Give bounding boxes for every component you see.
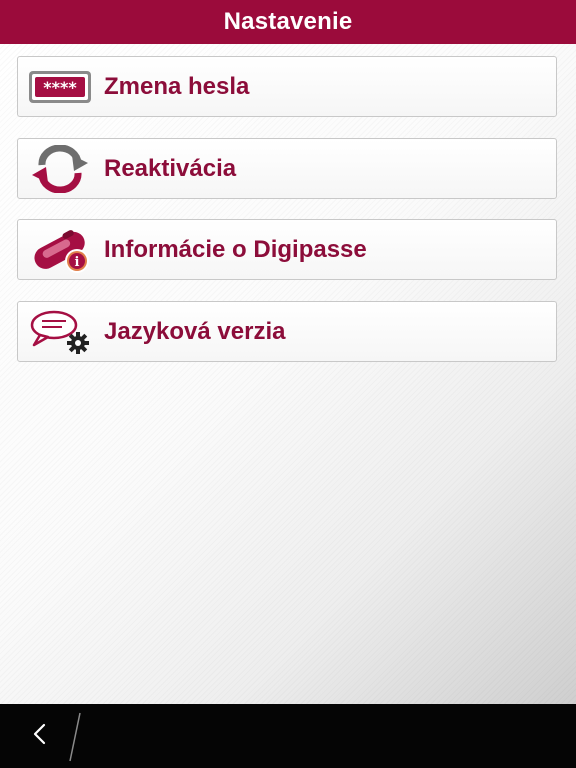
language-settings-icon <box>27 307 93 357</box>
menu-item-digipass-info[interactable]: i Informácie o Digipasse <box>17 219 557 280</box>
page-title: Nastavenie <box>223 8 353 35</box>
menu-item-label: Reaktivácia <box>104 154 237 182</box>
nav-separator <box>69 712 81 762</box>
back-button[interactable] <box>20 716 60 756</box>
menu-item-label: Jazyková verzia <box>104 317 286 345</box>
settings-content: **** Zmena hesla Reaktivácia i Informáci… <box>0 44 576 704</box>
svg-text:i: i <box>75 255 80 270</box>
refresh-arrows-icon <box>27 144 93 194</box>
menu-item-change-password[interactable]: **** Zmena hesla <box>17 56 557 117</box>
menu-item-reactivation[interactable]: Reaktivácia <box>17 138 557 199</box>
system-navigation-bar <box>0 704 576 768</box>
chevron-left-icon <box>30 722 50 751</box>
menu-item-label: Informácie o Digipasse <box>104 235 367 263</box>
svg-text:****: **** <box>43 78 77 97</box>
password-field-icon: **** <box>27 62 93 112</box>
menu-item-label: Zmena hesla <box>104 72 250 100</box>
digipass-info-icon: i <box>27 225 93 275</box>
menu-item-language[interactable]: Jazyková verzia <box>17 301 557 362</box>
app-header: Nastavenie <box>0 0 576 44</box>
